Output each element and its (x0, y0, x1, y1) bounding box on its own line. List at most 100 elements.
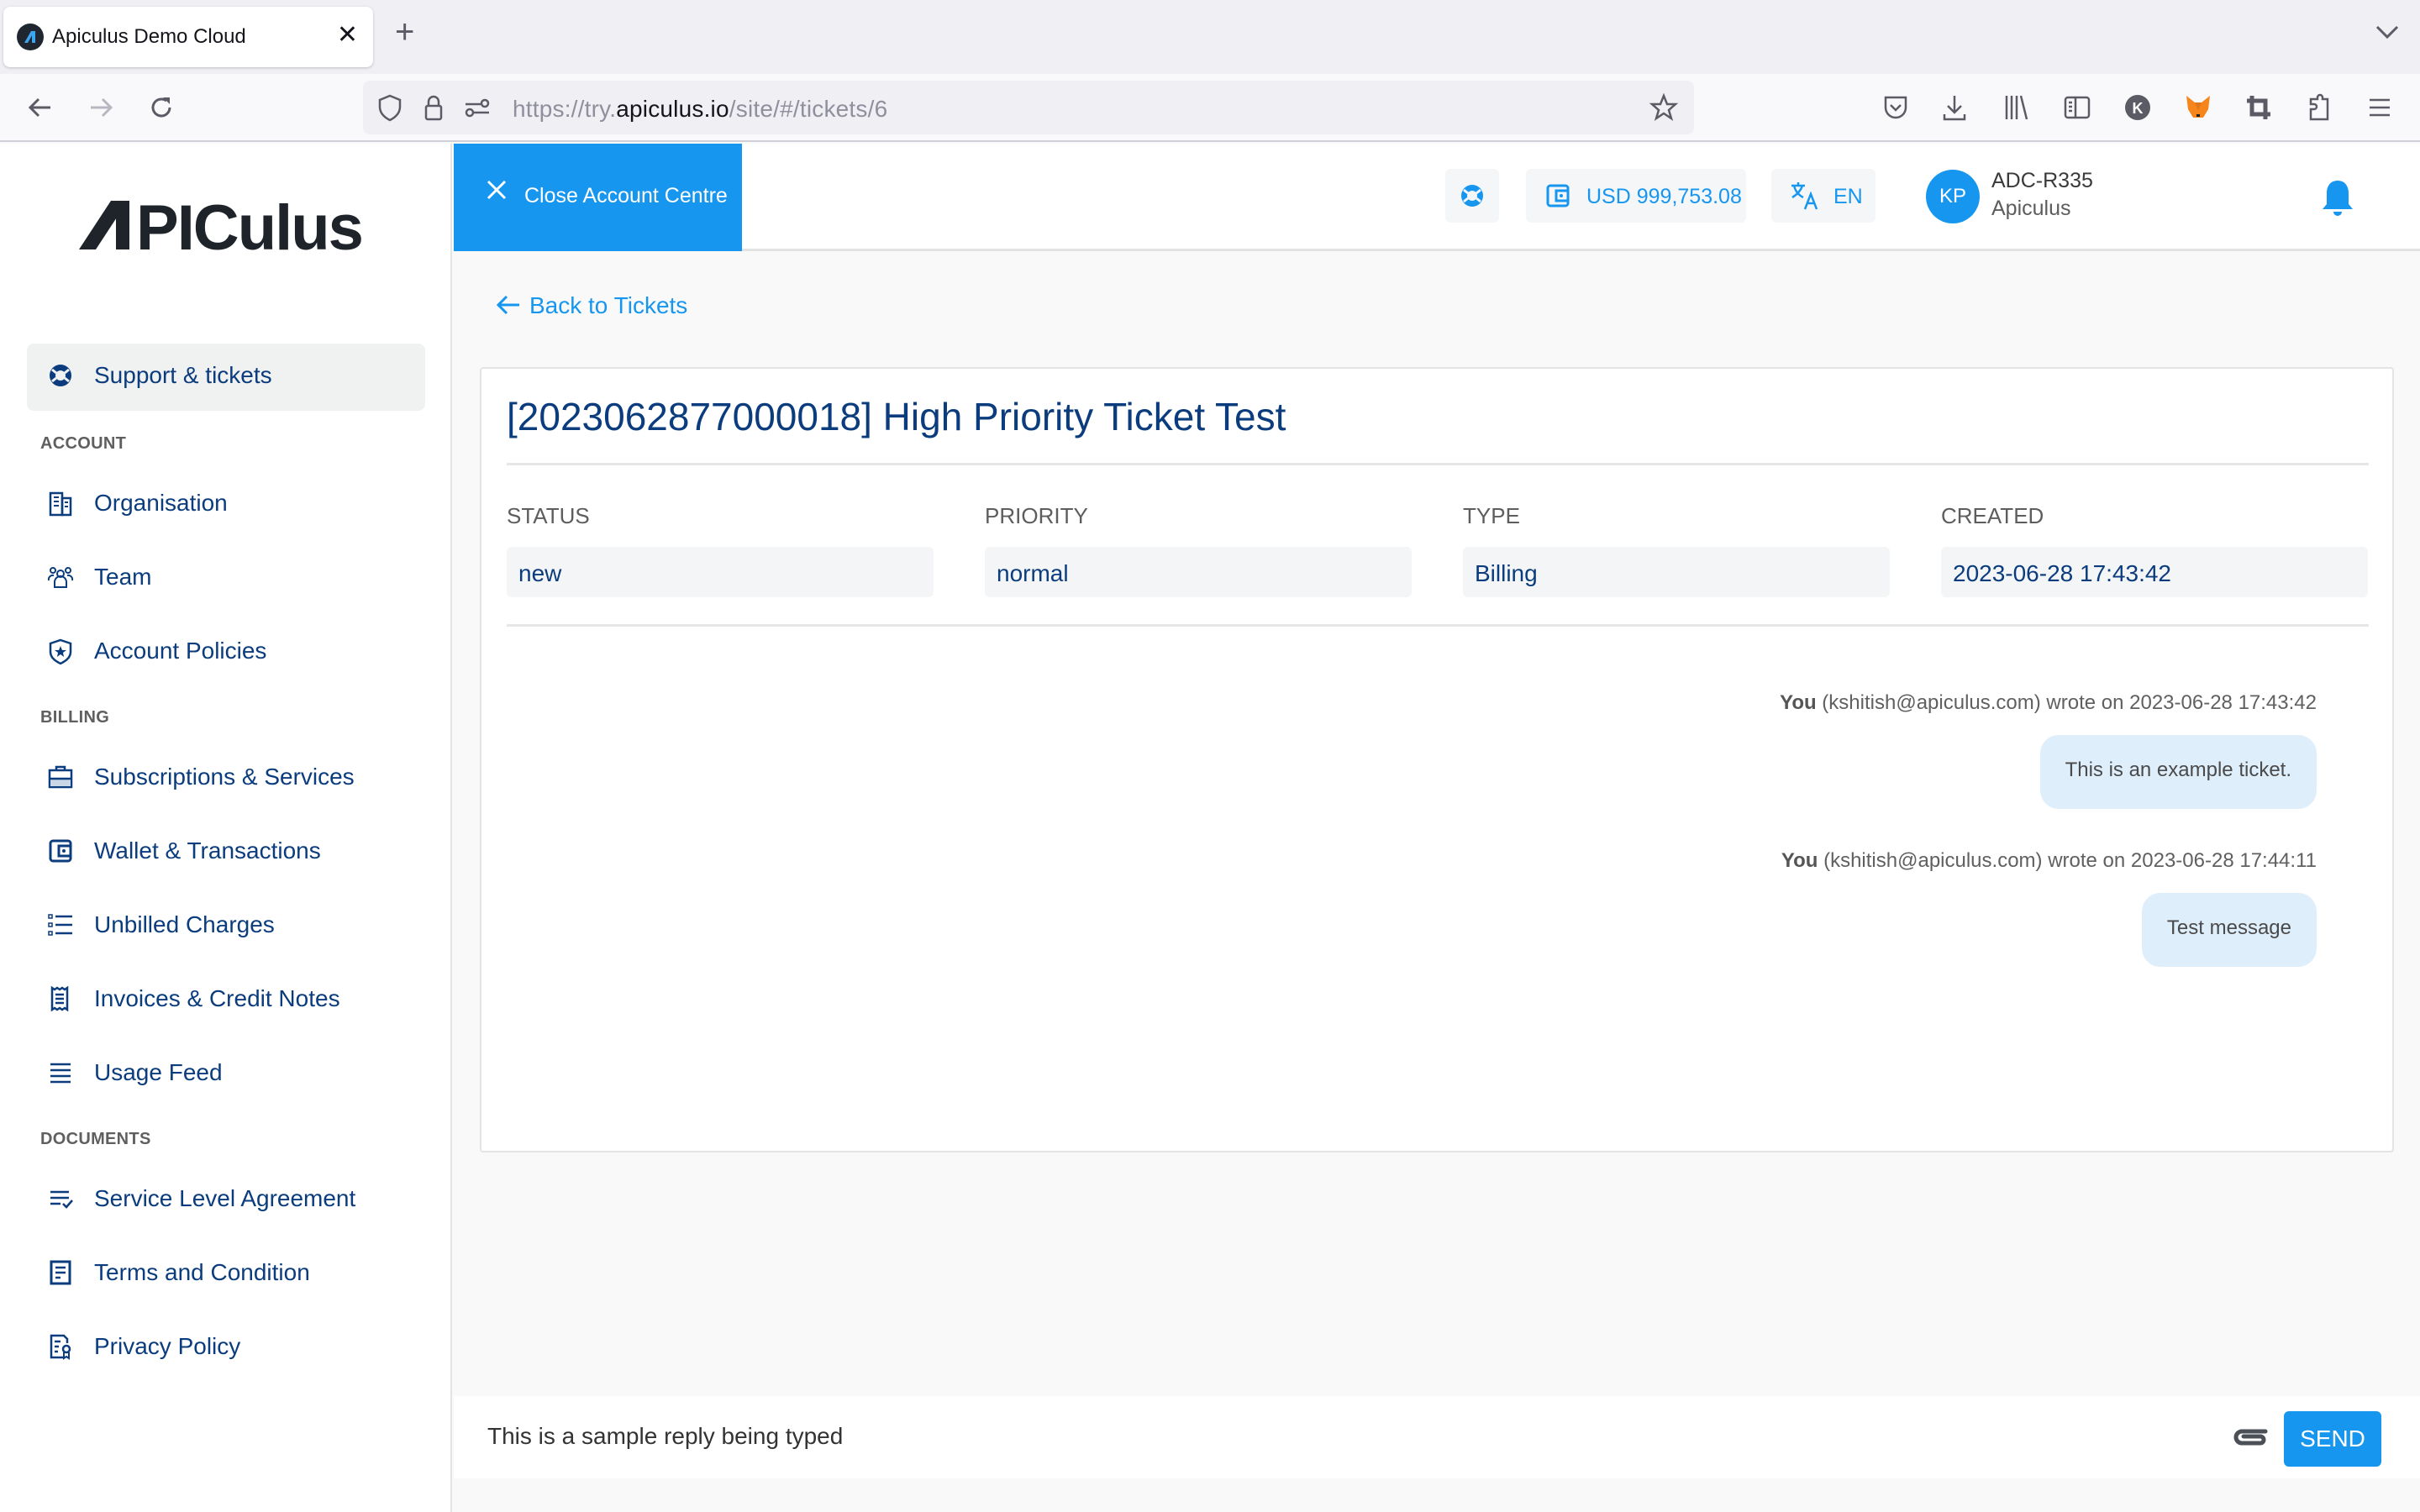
attachment-paperclip-icon[interactable] (2233, 1421, 2269, 1452)
url-text[interactable]: https://try.apiculus.io/site/#/tickets/6 (513, 96, 887, 123)
send-button[interactable]: SEND (2284, 1411, 2381, 1467)
forward-arrow-icon[interactable] (86, 92, 116, 123)
tab-list-chevron-icon[interactable] (2375, 24, 2400, 40)
extensions-puzzle-icon[interactable] (2304, 92, 2334, 123)
close-account-centre-label: Close Account Centre (524, 184, 728, 207)
sidebar-item-subscriptions-services[interactable]: Subscriptions & Services (27, 745, 425, 812)
sidebar-item-label: Service Level Agreement (94, 1185, 356, 1211)
ticket-title: [2023062877000018] High Priority Ticket … (507, 395, 1286, 438)
back-to-tickets-label: Back to Tickets (529, 292, 688, 318)
briefcase-icon (48, 765, 73, 789)
reload-icon[interactable] (146, 92, 176, 123)
sidebar-item-label: Support & tickets (94, 362, 272, 388)
library-icon[interactable] (2002, 92, 2032, 123)
sidebar-item-organisation[interactable]: Organisation (27, 471, 425, 538)
reply-bar: SEND (454, 1396, 2420, 1478)
field-value: new (507, 547, 934, 597)
svg-text:PICulus: PICulus (136, 194, 362, 256)
browser-tab[interactable]: Apiculus Demo Cloud ✕ (3, 7, 373, 67)
permissions-icon[interactable] (462, 92, 492, 123)
field-label: CREATED (1941, 503, 2044, 528)
field-label: TYPE (1463, 503, 1520, 528)
reply-input[interactable] (487, 1413, 2168, 1460)
field-created: CREATED 2023-06-28 17:43:42 (1941, 503, 2368, 597)
account-id[interactable]: ADC-R335 (1991, 169, 2093, 193)
app-menu-icon[interactable] (2365, 92, 2395, 123)
wallet-icon (1546, 184, 1570, 207)
lifebuoy-icon (50, 365, 71, 386)
field-label: PRIORITY (985, 503, 1088, 528)
bookmark-star-icon[interactable] (1649, 92, 1679, 123)
sidebar-item-team[interactable]: Team (27, 545, 425, 612)
translate-icon (1791, 182, 1818, 210)
k-extension-icon[interactable]: K (2123, 92, 2153, 123)
ticket-card: [2023062877000018] High Priority Ticket … (480, 367, 2394, 1152)
new-tab-icon[interactable]: + (395, 15, 414, 49)
sidebar-item-label: Invoices & Credit Notes (94, 985, 340, 1011)
sidebar-item-wallet-transactions[interactable]: Wallet & Transactions (27, 819, 425, 886)
sidebar-item-terms-condition[interactable]: Terms and Condition (27, 1241, 425, 1308)
downloads-icon[interactable] (1939, 92, 1970, 123)
close-icon (487, 180, 507, 200)
wallet-balance-button[interactable]: USD 999,753.08 (1526, 169, 1746, 223)
back-arrow-icon (496, 295, 519, 315)
sidebar-item-label: Terms and Condition (94, 1259, 310, 1285)
apiculus-logo-icon: PICulus (79, 192, 364, 264)
language-code: EN (1833, 185, 1863, 208)
field-value: normal (985, 547, 1412, 597)
lock-icon[interactable] (418, 92, 449, 123)
tab-close-icon[interactable]: ✕ (337, 20, 358, 50)
app-header: Close Account Centre USD 999,753.08 EN K… (454, 144, 2420, 251)
receipt-icon (50, 985, 69, 1012)
sidebar-item-privacy-policy[interactable]: Privacy Policy (27, 1315, 425, 1382)
sidebar-item-account-policies[interactable]: Account Policies (27, 619, 425, 686)
language-button[interactable]: EN (1771, 169, 1876, 223)
apiculus-logo[interactable]: PICulus (77, 192, 376, 264)
close-account-centre-button[interactable]: Close Account Centre (454, 144, 742, 251)
sidebar: PICulus Support & tickets ACCOUNT Organi… (0, 144, 452, 1512)
sidebar-item-label: Organisation (94, 490, 228, 516)
divider (507, 624, 2369, 627)
notification-bell-icon[interactable] (2321, 179, 2354, 218)
wallet-balance: USD 999,753.08 (1586, 185, 1742, 208)
apiculus-favicon-icon (17, 24, 44, 50)
building-icon (49, 491, 72, 517)
sidebar-item-support-tickets[interactable]: Support & tickets (27, 344, 425, 411)
sidebar-toggle-icon[interactable] (2062, 92, 2092, 123)
tab-title: Apiculus Demo Cloud (52, 25, 246, 48)
svg-text:K: K (2133, 100, 2144, 117)
metamask-fox-icon[interactable] (2183, 92, 2213, 123)
sidebar-item-invoices-credit-notes[interactable]: Invoices & Credit Notes (27, 967, 425, 1034)
section-heading-documents: DOCUMENTS (40, 1130, 151, 1148)
certificate-icon (50, 1334, 71, 1360)
back-to-tickets-link[interactable]: Back to Tickets (496, 292, 687, 322)
avatar[interactable]: KP (1926, 170, 1980, 223)
sidebar-item-service-level-agreement[interactable]: Service Level Agreement (27, 1167, 425, 1234)
support-button[interactable] (1445, 169, 1499, 223)
tracking-shield-icon[interactable] (375, 92, 405, 123)
message-meta: You (kshitish@apiculus.com) wrote on 202… (1780, 691, 2317, 714)
sidebar-item-label: Team (94, 564, 152, 590)
pocket-icon[interactable] (1881, 92, 1911, 123)
sidebar-item-label: Usage Feed (94, 1059, 223, 1085)
account-org: Apiculus (1991, 197, 2071, 220)
browser-toolbar: https://try.apiculus.io/site/#/tickets/6… (0, 74, 2420, 142)
section-heading-account: ACCOUNT (40, 434, 127, 453)
crop-extension-icon[interactable] (2244, 92, 2274, 123)
document-icon (50, 1260, 71, 1285)
back-arrow-icon[interactable] (25, 92, 55, 123)
sidebar-item-usage-feed[interactable]: Usage Feed (27, 1041, 425, 1108)
field-label: STATUS (507, 503, 590, 528)
sidebar-item-label: Wallet & Transactions (94, 837, 321, 864)
message-bubble: Test message (2141, 893, 2317, 967)
address-bar[interactable]: https://try.apiculus.io/site/#/tickets/6 (363, 81, 1694, 134)
wallet-icon (49, 839, 72, 863)
sidebar-item-label: Privacy Policy (94, 1333, 241, 1359)
divider (507, 463, 2369, 465)
field-status: STATUS new (507, 503, 934, 597)
lifebuoy-icon (1461, 185, 1483, 207)
sidebar-item-unbilled-charges[interactable]: Unbilled Charges (27, 893, 425, 960)
list-check-icon (50, 1190, 73, 1209)
message-meta: You (kshitish@apiculus.com) wrote on 202… (1781, 849, 2317, 872)
field-value: Billing (1463, 547, 1890, 597)
